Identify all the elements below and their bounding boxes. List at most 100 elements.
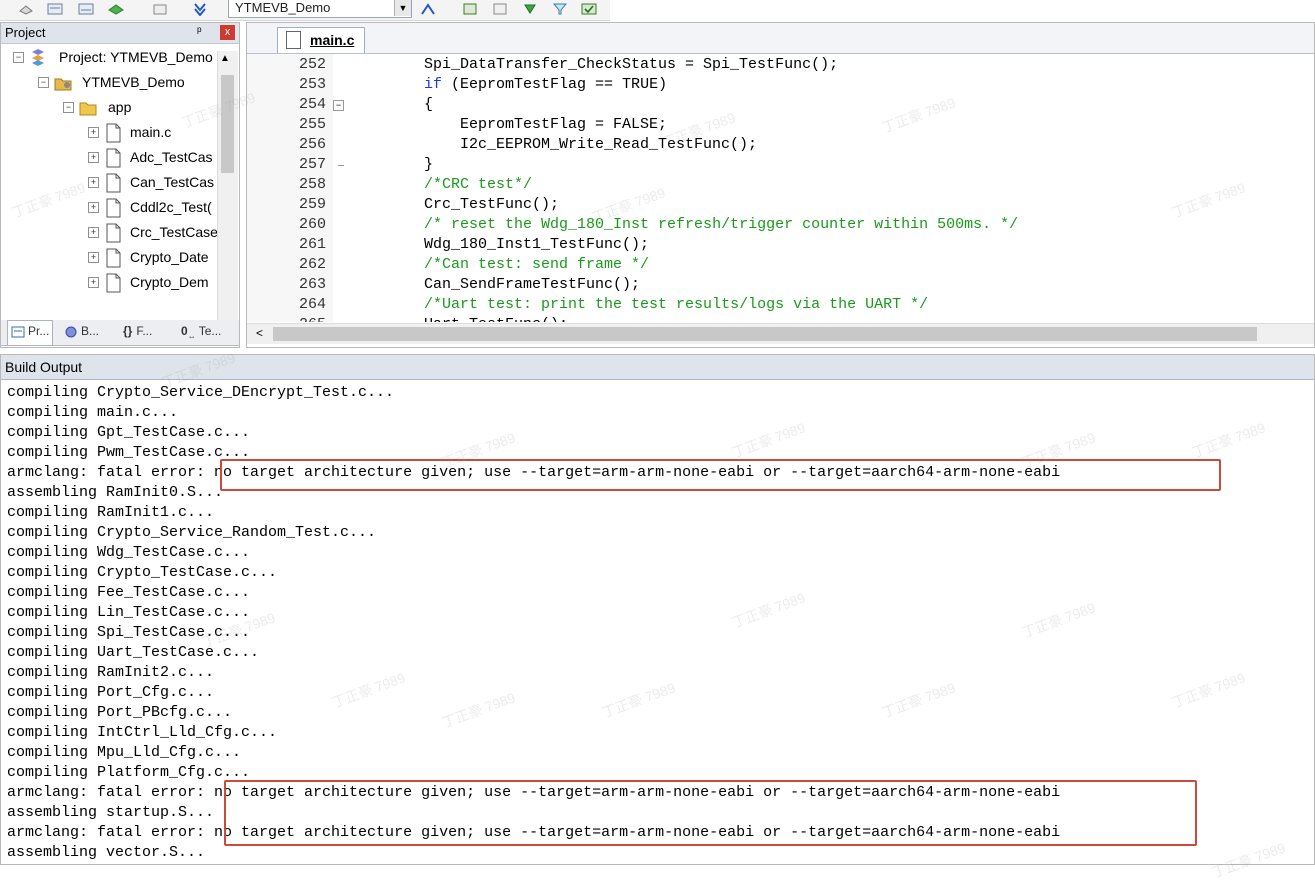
- target-options-icon[interactable]: [420, 2, 436, 16]
- build-output-line: compiling Fee_TestCase.c...: [7, 584, 251, 601]
- code-text: if (EepromTestFlag == TRUE): [388, 75, 667, 95]
- tab-project[interactable]: Pr...: [7, 320, 54, 346]
- code-text: /*Can test: send frame */: [388, 255, 649, 275]
- tab-main-c[interactable]: main.c: [277, 27, 365, 53]
- build-output-line: compiling Spi_TestCase.c...: [7, 624, 251, 641]
- code-line: 252 Spi_DataTransfer_CheckStatus = Spi_T…: [247, 55, 1314, 75]
- tree-item-label: app: [108, 99, 132, 115]
- tree-item-label: Crypto_Dem: [130, 274, 209, 290]
- pin-icon[interactable]: ᵖ: [197, 24, 202, 38]
- build-output-line: compiling Wdg_TestCase.c...: [7, 544, 251, 561]
- line-number: 260: [298, 216, 326, 233]
- code-token: I2c_EEPROM_Write_Read_TestFunc();: [388, 136, 758, 153]
- tree-item[interactable]: + main.c: [1, 122, 217, 146]
- file-icon: [104, 198, 122, 218]
- pack-installer-icon[interactable]: [522, 2, 538, 16]
- run-icon[interactable]: [581, 2, 597, 16]
- comment: /*CRC test*/: [424, 176, 533, 193]
- project-panel-title: Project: [5, 25, 46, 40]
- file-icon: [104, 248, 122, 268]
- batch-build-icon[interactable]: [192, 2, 208, 16]
- code-line: 257 }: [247, 155, 1314, 175]
- code-line: 253 if (EepromTestFlag == TRUE): [247, 75, 1314, 95]
- tree-item[interactable]: + Adc_TestCas: [1, 147, 217, 171]
- build-output-title: Build Output: [5, 359, 83, 375]
- error-highlight-box: [224, 780, 1197, 846]
- code-line: 262 /*Can test: send frame */: [247, 255, 1314, 275]
- code-text: Can_SendFrameTestFunc();: [388, 275, 640, 295]
- code-area[interactable]: − 252 Spi_DataTransfer_CheckStatus = Spi…: [247, 54, 1314, 322]
- file-icon: [104, 173, 122, 193]
- collapse-icon[interactable]: −: [63, 102, 74, 113]
- tab-functions[interactable]: {} F...: [123, 324, 152, 348]
- scroll-left-icon[interactable]: <: [256, 326, 263, 340]
- project-panel-header: Project ᵖ x: [1, 23, 239, 44]
- editor-horizontal-scrollbar[interactable]: <: [247, 323, 1314, 344]
- options-icon[interactable]: [18, 2, 34, 16]
- line-number: 262: [298, 256, 326, 273]
- manage-project-icon[interactable]: [462, 2, 478, 16]
- file-icon: [104, 123, 122, 143]
- line-number: 264: [298, 296, 326, 313]
- tree-item[interactable]: + Can_TestCas: [1, 172, 217, 196]
- comment: /* reset the Wdg_180_Inst refresh/trigge…: [424, 216, 1019, 233]
- close-icon[interactable]: x: [220, 25, 235, 40]
- line-number: 258: [298, 176, 326, 193]
- build-output-line: compiling Mpu_Lld_Cfg.c...: [7, 744, 242, 761]
- tree-item-label: Cddl2c_Test(: [130, 199, 212, 215]
- tree-item[interactable]: + Crc_TestCase: [1, 222, 217, 246]
- translate-icon[interactable]: [47, 2, 63, 16]
- code-text: I2c_EEPROM_Write_Read_TestFunc();: [388, 135, 757, 155]
- collapse-icon[interactable]: −: [38, 77, 49, 88]
- components-icon[interactable]: [492, 2, 508, 16]
- code-text: /*CRC test*/: [388, 175, 532, 195]
- tab-templates[interactable]: 0↔ Te...: [181, 324, 221, 348]
- build-icon[interactable]: [78, 2, 94, 16]
- tree-item[interactable]: − Project: YTMEVB_Demo: [1, 47, 217, 71]
- tree-item[interactable]: − YTMEVB_Demo: [1, 72, 217, 96]
- target-select[interactable]: YTMEVB_Demo ▼: [228, 0, 412, 18]
- expand-icon[interactable]: +: [88, 202, 99, 213]
- expand-icon[interactable]: +: [88, 277, 99, 288]
- code-token: {: [388, 96, 434, 113]
- build-output-line: compiling RamInit2.c...: [7, 664, 215, 681]
- expand-icon[interactable]: +: [88, 252, 99, 263]
- build-output-line: compiling Pwm_TestCase.c...: [7, 444, 251, 461]
- build-output-line: compiling Crypto_TestCase.c...: [7, 564, 278, 581]
- panel-tabs: Pr... B... {} F... 0↔ Te...: [0, 320, 240, 346]
- tree-item[interactable]: + Crypto_Date: [1, 247, 217, 271]
- scroll-up-icon[interactable]: ▲: [220, 53, 230, 64]
- tab-label: Pr...: [28, 324, 50, 338]
- tree-item[interactable]: − app: [1, 97, 217, 121]
- line-number: 252: [298, 56, 326, 73]
- code-text: /*Uart test: print the test results/logs…: [388, 295, 928, 315]
- build-output-line: compiling Crypto_Service_Random_Test.c..…: [7, 524, 377, 541]
- expand-icon[interactable]: +: [88, 227, 99, 238]
- tab-books[interactable]: B...: [64, 324, 99, 348]
- code-token: Wdg_180_Inst1_TestFunc();: [388, 236, 650, 253]
- build-output-header: Build Output: [1, 355, 1314, 380]
- tree-item[interactable]: + Crypto_Dem: [1, 272, 217, 296]
- chevron-down-icon[interactable]: ▼: [394, 0, 411, 16]
- code-line: 264 /*Uart test: print the test results/…: [247, 295, 1314, 315]
- project-vertical-scrollbar[interactable]: ▲: [217, 51, 238, 321]
- code-line: 260 /* reset the Wdg_180_Inst refresh/tr…: [247, 215, 1314, 235]
- scroll-thumb[interactable]: [221, 75, 234, 173]
- code-line: 256 I2c_EEPROM_Write_Read_TestFunc();: [247, 135, 1314, 155]
- expand-icon[interactable]: +: [88, 177, 99, 188]
- line-number: 253: [298, 76, 326, 93]
- download-icon[interactable]: [152, 2, 168, 16]
- select-packs-icon[interactable]: [552, 2, 568, 16]
- collapse-icon[interactable]: −: [13, 52, 24, 63]
- tree-item-label: Can_TestCas: [130, 174, 215, 190]
- expand-icon[interactable]: +: [88, 127, 99, 138]
- build-output-line: assembling RamInit0.S...: [7, 484, 224, 501]
- scroll-thumb[interactable]: [273, 327, 1257, 341]
- project-tree: − Project: YTMEVB_Demo − YTMEVB_Demo − app + ma…: [1, 45, 217, 317]
- tree-item[interactable]: + Cddl2c_Test(: [1, 197, 217, 221]
- expand-icon[interactable]: +: [88, 152, 99, 163]
- rebuild-icon[interactable]: [108, 2, 124, 16]
